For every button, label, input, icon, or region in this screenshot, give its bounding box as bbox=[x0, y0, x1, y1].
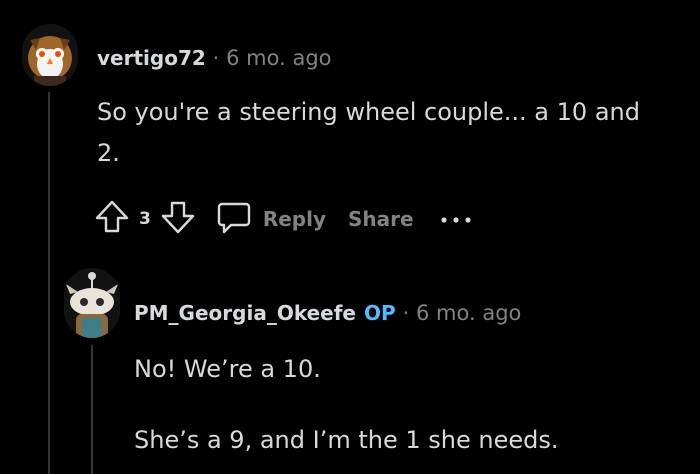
comment-actions: 3 Reply Share bbox=[93, 198, 472, 240]
reply-icon[interactable] bbox=[215, 198, 253, 240]
username[interactable]: PM_Georgia_Okeefe bbox=[134, 301, 356, 325]
upvote-icon[interactable] bbox=[93, 198, 131, 240]
comment-body: No! We’re a 10. She’s a 9, and I’m the 1… bbox=[134, 349, 684, 461]
comment-meta: PM_Georgia_Okeefe OP · 6 mo. ago bbox=[134, 301, 521, 325]
share-button[interactable]: Share bbox=[348, 207, 414, 231]
avatar[interactable] bbox=[64, 268, 120, 338]
reply-button[interactable]: Reply bbox=[263, 207, 326, 231]
thread-line-main[interactable] bbox=[48, 92, 50, 474]
comment-body-line: She’s a 9, and I’m the 1 she needs. bbox=[134, 426, 559, 454]
skull-snoo-avatar-icon bbox=[64, 268, 120, 338]
comment-body-line: 2. bbox=[97, 139, 120, 167]
owl-snoo-avatar-icon bbox=[22, 24, 78, 86]
meta-separator: · bbox=[212, 46, 220, 70]
username[interactable]: vertigo72 bbox=[97, 46, 206, 70]
thread-line-reply[interactable] bbox=[91, 345, 93, 474]
timestamp[interactable]: 6 mo. ago bbox=[226, 46, 331, 70]
vote-count: 3 bbox=[139, 209, 151, 229]
ellipsis-icon[interactable] bbox=[440, 210, 472, 229]
timestamp[interactable]: 6 mo. ago bbox=[416, 301, 521, 325]
op-badge: OP bbox=[363, 301, 396, 325]
comment-body-line: So you're a steering wheel couple... a 1… bbox=[97, 98, 640, 126]
comment-body-line: No! We’re a 10. bbox=[134, 355, 321, 383]
comment-body: So you're a steering wheel couple... a 1… bbox=[97, 92, 687, 174]
meta-separator: · bbox=[402, 301, 410, 325]
comment-meta: vertigo72 · 6 mo. ago bbox=[97, 46, 332, 70]
avatar[interactable] bbox=[22, 24, 78, 86]
downvote-icon[interactable] bbox=[159, 198, 197, 240]
